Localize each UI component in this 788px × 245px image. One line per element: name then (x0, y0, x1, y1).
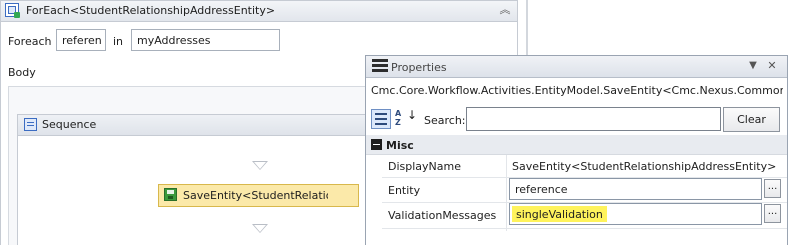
drop-target-arrow-icon[interactable] (252, 161, 268, 170)
properties-list-icon (372, 59, 388, 73)
validationmessages-input[interactable]: singleValidation (509, 203, 762, 225)
entity-input[interactable]: reference (509, 178, 762, 200)
foreach-values-input[interactable]: myAddresses (131, 29, 280, 51)
sequence-title: Sequence (42, 118, 97, 131)
in-label: in (113, 35, 124, 48)
search-label: Search: (424, 114, 466, 127)
row-divider (382, 228, 787, 229)
properties-title: Properties (391, 61, 447, 74)
saveentity-activity-label: SaveEntity<StudentRelatior (183, 189, 328, 202)
entity-ellipsis-button[interactable]: ... (764, 179, 781, 198)
foreach-icon (5, 3, 20, 18)
validationmessages-ellipsis-button[interactable]: ... (764, 204, 781, 223)
foreach-item-variable-input[interactable]: referen (56, 29, 106, 51)
property-value-displayname[interactable]: SaveEntity<StudentRelationshipAddressEnt… (512, 160, 776, 173)
clear-button[interactable]: Clear (723, 107, 780, 132)
close-icon[interactable]: ✕ (766, 60, 778, 72)
property-name-validationmessages: ValidationMessages (388, 209, 497, 222)
body-label: Body (8, 66, 36, 79)
collapse-category-icon[interactable] (371, 139, 382, 150)
drop-target-arrow-icon[interactable] (252, 224, 268, 233)
search-input[interactable] (466, 107, 721, 131)
collapse-icon[interactable]: ︽ (497, 3, 513, 17)
category-label: Misc (386, 139, 414, 152)
save-icon (164, 188, 177, 201)
category-row-misc[interactable] (366, 135, 787, 155)
property-name-entity: Entity (388, 184, 421, 197)
foreach-title: ForEach<StudentRelationshipAddressEntity… (26, 4, 276, 17)
column-divider[interactable] (506, 155, 507, 231)
foreach-label: Foreach (8, 35, 52, 48)
sequence-icon (24, 118, 37, 131)
property-name-displayname: DisplayName (388, 160, 461, 173)
alphabetical-sort-icon[interactable]: A Z ↓ (395, 109, 417, 129)
validationmessages-value: singleValidation (512, 206, 607, 222)
dropdown-arrow-icon[interactable]: ▼ (747, 60, 759, 72)
selected-object-type: Cmc.Core.Workflow.Activities.EntityModel… (371, 84, 783, 97)
categorized-view-icon[interactable] (371, 109, 391, 129)
